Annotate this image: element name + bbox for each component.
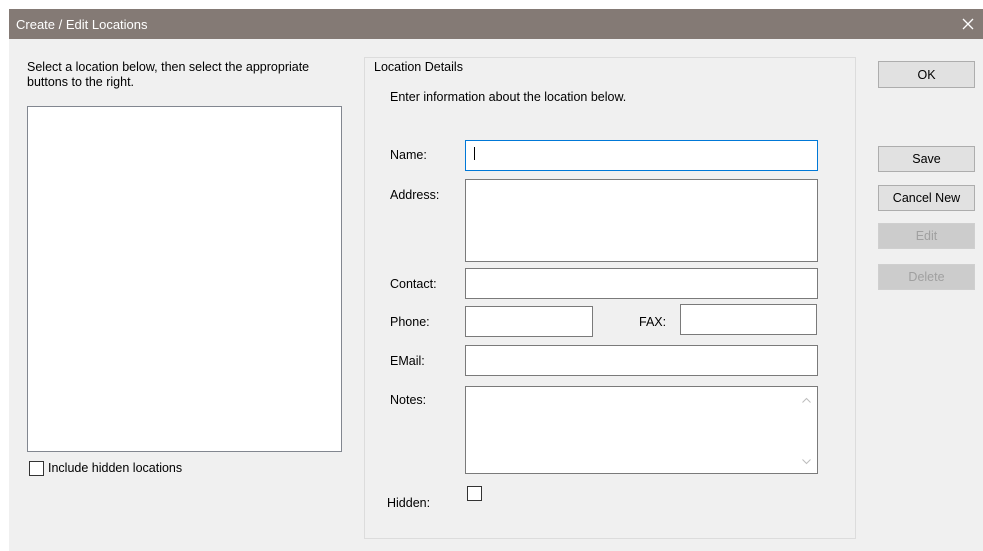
delete-button[interactable]: Delete (878, 264, 975, 290)
dialog-window: Create / Edit Locations Select a locatio… (9, 9, 983, 551)
left-instructions: Select a location below, then select the… (27, 60, 310, 89)
details-instructions: Enter information about the location bel… (390, 90, 627, 104)
name-input[interactable] (465, 140, 818, 171)
name-label: Name: (390, 148, 427, 162)
notes-textarea[interactable] (465, 386, 818, 474)
text-caret (474, 147, 475, 160)
save-button[interactable]: Save (878, 146, 975, 172)
window-title: Create / Edit Locations (16, 17, 148, 32)
phone-input[interactable] (465, 306, 593, 337)
email-input[interactable] (465, 345, 818, 376)
fax-input[interactable] (680, 304, 817, 335)
phone-label: Phone: (390, 315, 430, 329)
notes-label: Notes: (390, 393, 427, 407)
contact-label: Contact: (390, 277, 437, 291)
cancel-new-button[interactable]: Cancel New (878, 185, 975, 211)
scroll-up-icon[interactable] (798, 391, 815, 408)
hidden-label: Hidden: (387, 496, 431, 510)
address-textarea[interactable] (465, 179, 818, 262)
edit-button[interactable]: Edit (878, 223, 975, 249)
location-details-legend: Location Details (373, 60, 464, 74)
address-label: Address: (390, 188, 440, 202)
hidden-checkbox[interactable] (467, 486, 482, 501)
ok-button[interactable]: OK (878, 61, 975, 88)
locations-listbox[interactable] (27, 106, 342, 452)
include-hidden-checkbox[interactable] (29, 461, 44, 476)
include-hidden-label[interactable]: Include hidden locations (48, 461, 182, 475)
scroll-down-icon[interactable] (798, 453, 815, 470)
contact-input[interactable] (465, 268, 818, 299)
close-icon[interactable] (953, 9, 983, 39)
fax-label: FAX: (639, 315, 667, 329)
title-bar[interactable]: Create / Edit Locations (9, 9, 983, 39)
close-icon-glyph (962, 18, 974, 30)
email-label: EMail: (390, 354, 425, 368)
